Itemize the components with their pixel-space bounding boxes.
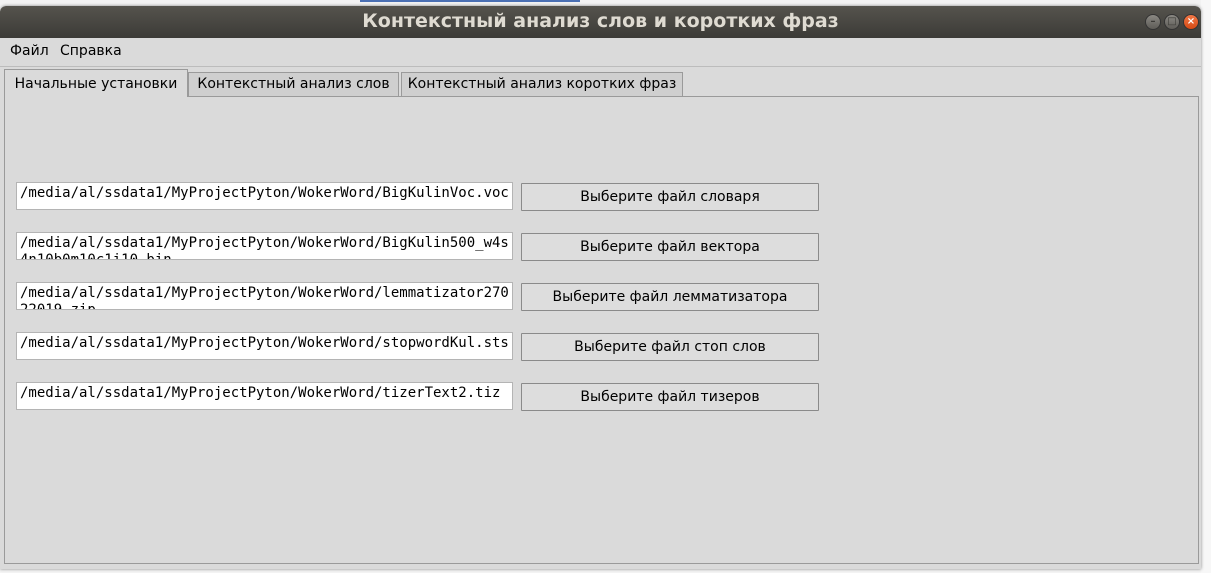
title-bar[interactable]: Контекстный анализ слов и коротких фраз … xyxy=(0,6,1201,38)
tab-initial-settings[interactable]: Начальные установки xyxy=(4,69,188,97)
choose-lemmatizer-button[interactable]: Выберите файл лемматизатора xyxy=(521,283,819,311)
dictionary-path-field[interactable]: /media/al/ssdata1/MyProjectPyton/WokerWo… xyxy=(16,182,513,210)
choose-vector-button[interactable]: Выберите файл вектора xyxy=(521,233,819,261)
app-window: Контекстный анализ слов и коротких фраз … xyxy=(0,6,1201,569)
tab-phrase-context-analysis[interactable]: Контекстный анализ коротких фраз xyxy=(401,72,683,96)
menu-help[interactable]: Справка xyxy=(60,43,122,59)
choose-stopwords-button[interactable]: Выберите файл стоп слов xyxy=(521,333,819,361)
tab-word-context-analysis[interactable]: Контекстный анализ слов xyxy=(188,72,399,96)
initial-settings-panel xyxy=(4,96,1199,564)
vector-path-field[interactable]: /media/al/ssdata1/MyProjectPyton/WokerWo… xyxy=(16,232,513,260)
maximize-icon[interactable]: □ xyxy=(1164,14,1180,30)
minimize-icon[interactable]: – xyxy=(1145,14,1161,30)
menu-bar: Файл Справка xyxy=(0,38,1201,67)
stopwords-path-field[interactable]: /media/al/ssdata1/MyProjectPyton/WokerWo… xyxy=(16,332,513,360)
teasers-path-field[interactable]: /media/al/ssdata1/MyProjectPyton/WokerWo… xyxy=(16,382,513,410)
choose-dictionary-button[interactable]: Выберите файл словаря xyxy=(521,183,819,211)
background-app-right-strip xyxy=(1201,0,1211,573)
background-link-underline xyxy=(360,0,580,2)
lemmatizer-path-field[interactable]: /media/al/ssdata1/MyProjectPyton/WokerWo… xyxy=(16,282,513,310)
choose-teasers-button[interactable]: Выберите файл тизеров xyxy=(521,383,819,411)
close-icon[interactable]: × xyxy=(1183,14,1199,30)
window-title: Контекстный анализ слов и коротких фраз xyxy=(362,10,839,32)
menu-file[interactable]: Файл xyxy=(10,43,49,59)
